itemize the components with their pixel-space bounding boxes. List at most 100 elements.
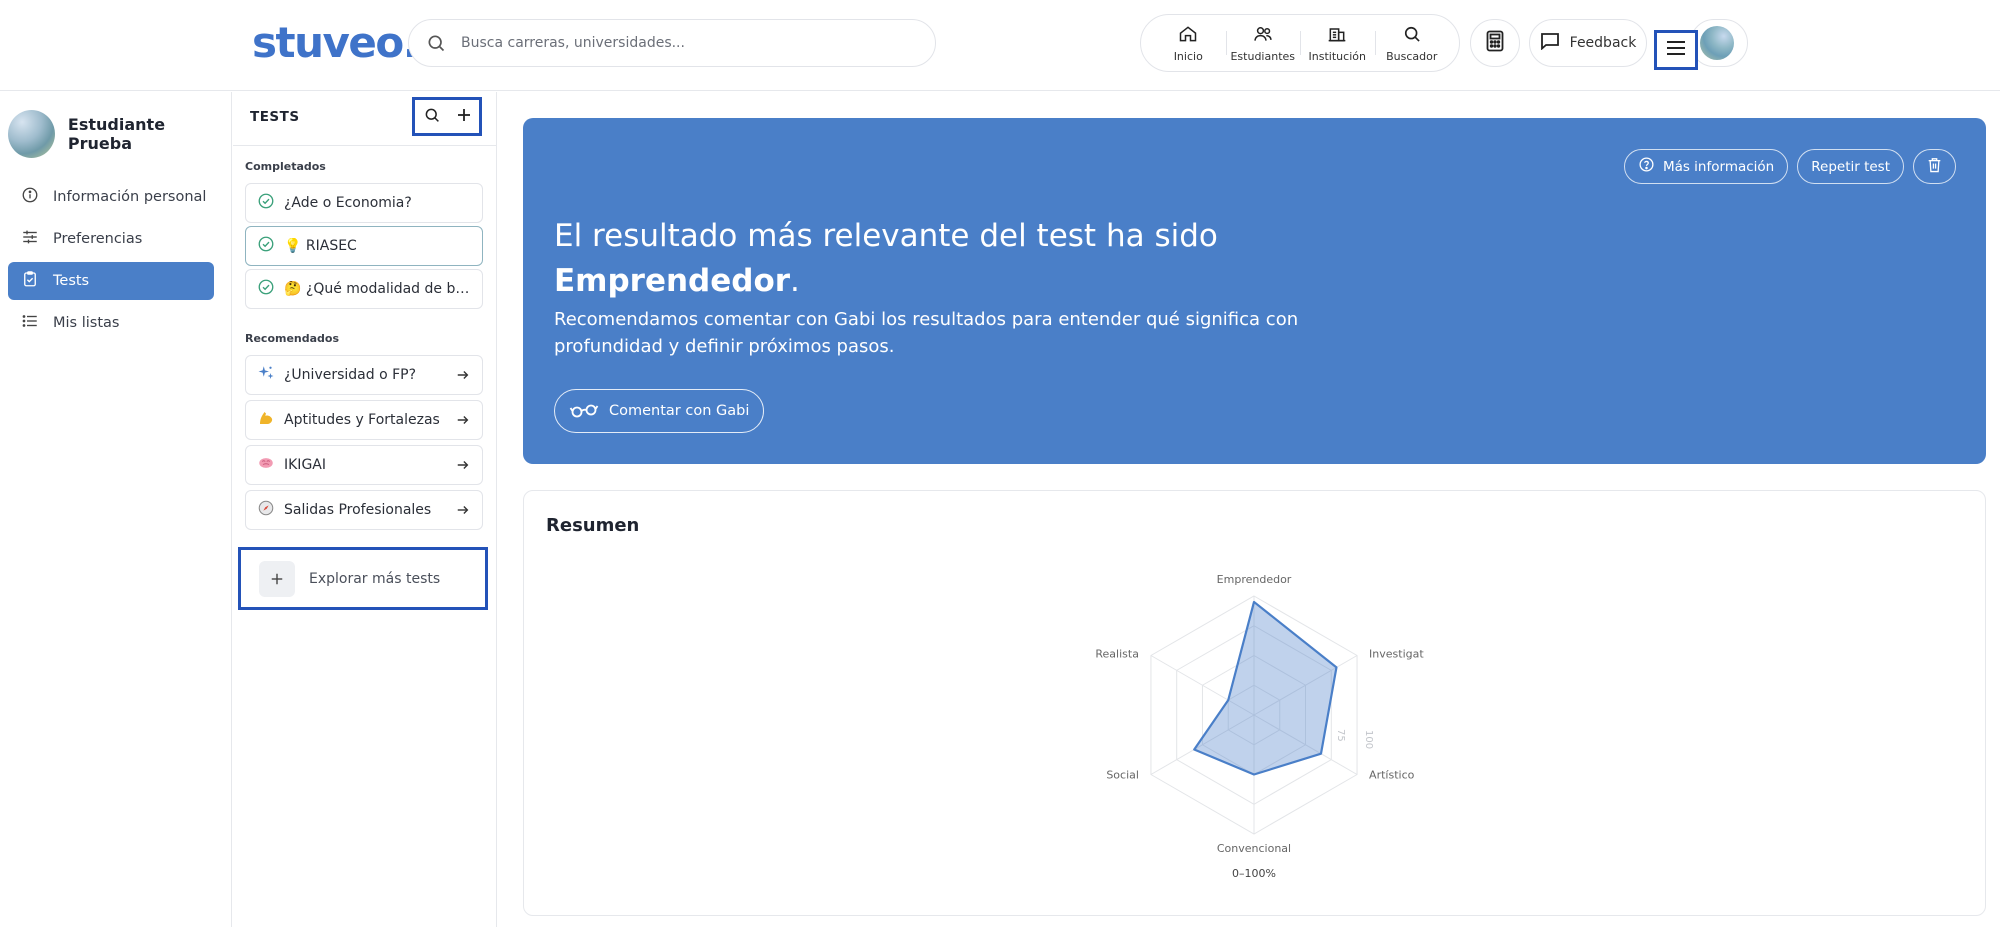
nav-institucion[interactable]: Institución (1300, 21, 1375, 65)
sparkles-icon (257, 364, 275, 386)
repeat-test-label: Repetir test (1811, 158, 1890, 175)
repeat-test-button[interactable]: Repetir test (1797, 149, 1904, 184)
search-bar[interactable] (408, 19, 936, 67)
recommended-test-item[interactable]: Aptitudes y Fortalezas (245, 400, 483, 440)
completed-test-item[interactable]: 🤔 ¿Qué modalidad de bachillerato (245, 269, 483, 309)
test-label: 💡 RIASEC (284, 238, 357, 254)
completed-section-label: Completados (245, 160, 326, 173)
tests-panel: TESTS Completados ¿Ade o Economia? 💡 RIA… (233, 92, 497, 927)
radar-scale-label: 0–100% (1232, 867, 1276, 880)
delete-button[interactable] (1913, 149, 1956, 184)
nav-inicio[interactable]: Inicio (1151, 21, 1226, 65)
radar-tick-label: 100 (1363, 730, 1374, 749)
sidebar-item-preferencias[interactable]: Preferencias (8, 220, 214, 258)
main-nav: Inicio Estudiantes Institución Buscador (1140, 14, 1460, 72)
explore-label: Explorar más tests (309, 570, 441, 587)
sidebar-item-label: Información personal (53, 189, 207, 205)
info-icon (21, 186, 39, 208)
help-circle-icon (1638, 156, 1655, 177)
nav-buscador-label: Buscador (1386, 49, 1438, 63)
plus-icon[interactable] (456, 107, 472, 127)
sidebar: Estudiante Prueba Información personal P… (0, 92, 232, 927)
sidebar-item-label: Mis listas (53, 315, 120, 331)
more-info-label: Más información (1662, 158, 1775, 175)
test-label: 🤔 ¿Qué modalidad de bachillerato (284, 281, 482, 297)
sidebar-item-label: Tests (53, 273, 90, 289)
search-icon[interactable] (423, 106, 441, 128)
sidebar-item-tests[interactable]: Tests (8, 262, 214, 300)
nav-estudiantes-label: Estudiantes (1230, 49, 1296, 63)
calculator-button[interactable] (1470, 19, 1520, 67)
headline-result: Emprendedor (554, 263, 791, 299)
glasses-icon (569, 400, 599, 422)
recommended-test-item[interactable]: ¿Universidad o FP? (245, 355, 483, 395)
feedback-button[interactable]: Feedback (1529, 19, 1647, 67)
nav-estudiantes[interactable]: Estudiantes (1225, 21, 1301, 65)
more-info-button[interactable]: Más información (1623, 149, 1789, 184)
check-circle-icon (257, 278, 275, 300)
tests-header: TESTS (233, 92, 496, 146)
sidebar-item-informacion-personal[interactable]: Información personal (8, 178, 214, 216)
nav-inicio-label: Inicio (1173, 49, 1203, 63)
avatar (8, 110, 55, 158)
calculator-icon (1485, 30, 1505, 56)
nav-institucion-label: Institución (1308, 49, 1366, 63)
message-icon (1540, 32, 1560, 54)
summary-title: Resumen (546, 515, 640, 536)
banner-actions: Más información Repetir test (1623, 149, 1956, 184)
result-banner: Más información Repetir test El resultad… (523, 118, 1986, 464)
headline-prefix: El resultado más relevante del test ha s… (554, 218, 1218, 254)
recommended-test-item[interactable]: Salidas Profesionales (245, 490, 483, 530)
test-label: Aptitudes y Fortalezas (284, 412, 440, 428)
nav-buscador[interactable]: Buscador (1374, 21, 1450, 65)
recommended-test-item[interactable]: IKIGAI (245, 445, 483, 485)
test-label: ¿Universidad o FP? (284, 367, 417, 383)
trash-icon (1927, 157, 1942, 177)
logo[interactable]: stuveo. (252, 18, 419, 67)
list-icon (21, 312, 39, 334)
explore-tests-button[interactable]: Explorar más tests (238, 547, 488, 610)
menu-button[interactable] (1654, 30, 1698, 70)
user-name: Estudiante Prueba (67, 115, 166, 153)
top-bar: stuveo. Inicio Estudiantes Institución (0, 0, 2000, 91)
home-icon (1178, 24, 1198, 48)
tests-actions (412, 97, 482, 136)
search-input[interactable] (461, 35, 901, 51)
radar-category-label: Investigativo (1369, 648, 1424, 661)
feedback-label: Feedback (1569, 35, 1637, 51)
sliders-icon (21, 228, 39, 250)
compass-icon (257, 499, 275, 521)
radar-chart: Emprendedor Investigativo Artístico Convenc… (1095, 573, 1424, 880)
tests-title: TESTS (250, 109, 300, 125)
radar-category-label: Social (1106, 769, 1139, 782)
radar-category-label: Realista (1095, 648, 1139, 661)
radar-series-area (1193, 600, 1338, 776)
arrow-right-icon (456, 503, 470, 521)
completed-test-item[interactable]: ¿Ade o Economia? (245, 183, 483, 223)
avatar[interactable] (1700, 26, 1734, 60)
test-label: Salidas Profesionales (284, 502, 432, 518)
radar-category-label: Convencional (1217, 842, 1291, 855)
users-icon (1253, 24, 1273, 48)
test-label: ¿Ade o Economia? (284, 195, 412, 211)
sidebar-item-mis-listas[interactable]: Mis listas (8, 304, 214, 342)
check-circle-icon (257, 235, 275, 257)
brain-icon (257, 454, 275, 476)
comment-with-gabi-button[interactable]: Comentar con Gabi (554, 389, 765, 433)
profile[interactable]: Estudiante Prueba (8, 110, 231, 158)
plus-icon (259, 560, 295, 597)
muscle-icon (257, 409, 275, 431)
result-description: Recomendamos comentar con Gabi los resul… (554, 309, 1299, 357)
arrow-right-icon (456, 458, 470, 476)
radar-category-label: Artístico (1369, 769, 1415, 782)
headline-suffix: . (790, 263, 800, 299)
result-headline: El resultado más relevante del test ha s… (554, 214, 1454, 304)
clipboard-icon (21, 270, 39, 292)
arrow-right-icon (456, 368, 470, 386)
arrow-right-icon (456, 413, 470, 431)
search-icon (423, 30, 449, 56)
comment-with-gabi-label: Comentar con Gabi (609, 403, 750, 419)
completed-test-item[interactable]: 💡 RIASEC (245, 226, 483, 266)
summary-card: Resumen Emprendedor Investigativo Artístic… (523, 490, 1986, 916)
sidebar-menu: Información personal Preferencias Tests … (8, 178, 214, 346)
